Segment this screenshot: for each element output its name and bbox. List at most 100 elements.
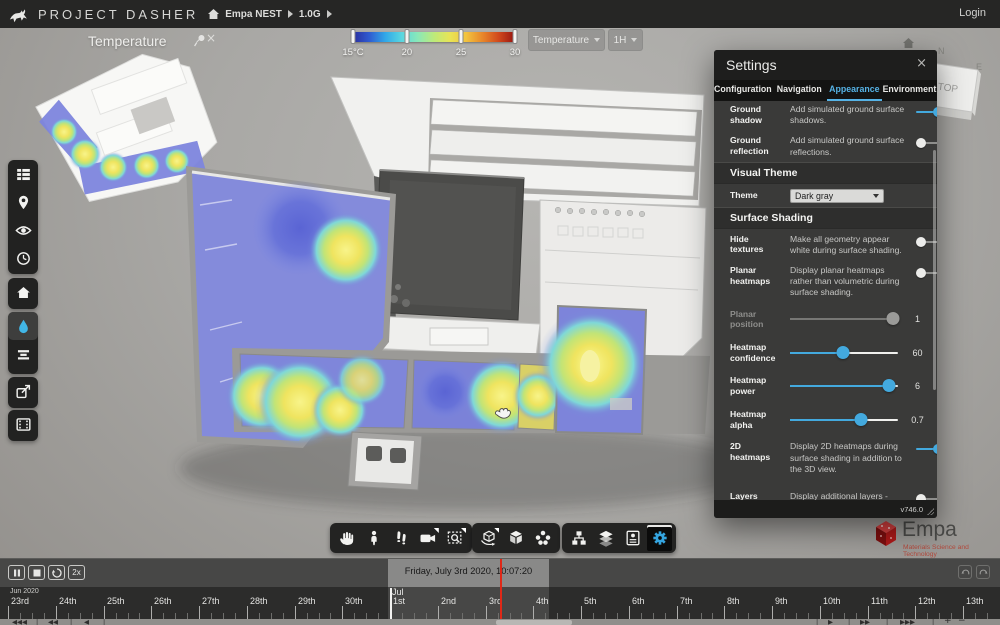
stop-button[interactable] <box>28 565 45 580</box>
heatmap-power-slider[interactable] <box>790 379 898 393</box>
step-back-med-button[interactable]: ◀◀ <box>48 619 58 625</box>
timeline-undo-button[interactable] <box>958 565 972 579</box>
walk-button[interactable] <box>388 525 413 551</box>
film-section-button[interactable] <box>8 410 38 438</box>
model-browser-button[interactable] <box>566 525 591 551</box>
step-back-button[interactable]: ◀ <box>84 619 89 625</box>
speed-button[interactable]: 2x <box>68 565 85 580</box>
2d-heatmaps-toggle[interactable] <box>916 443 937 455</box>
setting-row-theme: Theme Dark gray <box>714 184 937 207</box>
locations-button[interactable] <box>8 188 38 216</box>
breadcrumb-chevron-icon[interactable] <box>327 10 332 18</box>
heatmap-confidence-slider[interactable] <box>790 346 898 360</box>
sensor-heatmap-button[interactable] <box>8 312 38 340</box>
settings-button[interactable] <box>647 525 672 551</box>
empa-logo: Empa Materials Science and Technology <box>874 518 994 558</box>
pan-hand-button[interactable] <box>334 525 359 551</box>
setting-row-heatmap-confidence: Heatmap confidence 60 <box>714 336 937 369</box>
timeline-zoom-in-button[interactable]: + <box>944 618 952 625</box>
settings-header[interactable]: Settings × <box>714 50 937 80</box>
history-button[interactable] <box>8 244 38 272</box>
explode-button[interactable] <box>531 525 556 551</box>
properties-button[interactable] <box>620 525 645 551</box>
planar-position-value: 1 <box>906 314 929 324</box>
left-toolbar-group-layers <box>8 312 38 374</box>
layers-overlay-toggle[interactable] <box>916 493 937 500</box>
setting-row-ground-reflection: Ground reflection Add simulated ground s… <box>714 130 937 161</box>
day-tick-label: 6th <box>632 596 645 606</box>
tab-navigation[interactable]: Navigation <box>772 80 827 101</box>
day-tick-label: 5th <box>584 596 597 606</box>
orbit-button[interactable] <box>476 525 501 551</box>
share-export-button[interactable] <box>8 377 38 405</box>
planar-position-slider[interactable] <box>790 312 898 326</box>
day-tick <box>533 606 534 619</box>
orbit-cube-icon <box>479 528 499 548</box>
floor-levels-icon <box>14 345 33 364</box>
setting-label: Heatmap power <box>730 375 782 396</box>
day-tick <box>151 606 152 619</box>
resize-handle[interactable] <box>927 508 934 515</box>
setting-row-ground-shadow: Ground shadow Add simulated ground surfa… <box>714 101 937 130</box>
first-person-button[interactable] <box>361 525 386 551</box>
pause-button[interactable] <box>8 565 25 580</box>
step-fwd-fast-button[interactable]: ▶▶▶ <box>900 619 915 625</box>
day-tick-label: 28th <box>250 596 268 606</box>
day-tick <box>486 606 487 619</box>
day-tick-label: 7th <box>680 596 693 606</box>
day-tick <box>772 606 773 619</box>
breadcrumb-level[interactable]: 1.0G <box>299 9 321 20</box>
settings-scrollbar[interactable] <box>933 150 936 390</box>
views-button[interactable] <box>503 525 528 551</box>
playhead[interactable] <box>500 559 502 619</box>
login-button[interactable]: Login <box>959 7 986 19</box>
setting-label: Hide textures <box>730 234 782 255</box>
settings-footer: v746.0 <box>714 500 937 518</box>
camera-button[interactable] <box>416 525 441 551</box>
ground-shadow-toggle[interactable] <box>916 106 937 118</box>
zoom-window-button[interactable] <box>443 525 468 551</box>
visibility-button[interactable] <box>8 216 38 244</box>
tab-appearance[interactable]: Appearance <box>827 80 882 101</box>
close-icon[interactable]: × <box>916 56 927 71</box>
heatmap-alpha-slider[interactable] <box>790 413 898 427</box>
theme-select-value: Dark gray <box>795 191 833 201</box>
step-back-fast-button[interactable]: ◀◀◀ <box>12 619 27 625</box>
setting-desc: Display additional layers - such as for … <box>790 491 908 500</box>
setting-label: Planar heatmaps <box>730 265 782 286</box>
empa-tagline: Materials Science and Technology <box>903 544 994 558</box>
day-tick-label: 27th <box>202 596 220 606</box>
day-tick-label: 26th <box>154 596 172 606</box>
layers-button[interactable] <box>593 525 618 551</box>
day-tick-label: 8th <box>727 596 740 606</box>
breadcrumb-project[interactable]: Empa NEST <box>225 9 282 20</box>
dashboard-list-button[interactable] <box>8 160 38 188</box>
timeline-zoom-out-button[interactable]: − <box>958 618 966 625</box>
step-fwd-button[interactable]: ▶ <box>828 619 833 625</box>
loop-button[interactable] <box>48 565 65 580</box>
tab-environment[interactable]: Environment <box>882 80 937 101</box>
floor-levels-button[interactable] <box>8 340 38 368</box>
water-drop-icon <box>14 317 33 336</box>
home-breadcrumb-icon[interactable] <box>208 9 219 19</box>
day-tick <box>438 606 439 619</box>
views-cube-icon <box>506 528 526 548</box>
timeline-redo-button[interactable] <box>976 565 990 579</box>
timeline-scroll-thumb[interactable] <box>496 620 572 625</box>
theme-select[interactable]: Dark gray <box>790 189 884 203</box>
home-icon-mini[interactable] <box>903 38 914 48</box>
tab-configuration[interactable]: Configuration <box>714 80 772 101</box>
breadcrumb-chevron-icon[interactable] <box>288 10 293 18</box>
home-view-button[interactable] <box>8 278 38 306</box>
day-tick-label: 4th <box>536 596 549 606</box>
ground-reflection-toggle[interactable] <box>916 137 937 149</box>
section-surface-shading: Surface Shading <box>714 207 937 229</box>
setting-label: 2D heatmaps <box>730 441 782 462</box>
share-export-icon <box>14 382 33 401</box>
strip-separator: | <box>932 619 934 625</box>
properties-panel-icon <box>623 528 643 548</box>
day-tick <box>724 606 725 619</box>
setting-row-heatmap-alpha: Heatmap alpha 0.7 <box>714 403 937 436</box>
step-fwd-med-button[interactable]: ▶▶ <box>860 619 870 625</box>
day-tick-label: 12th <box>918 596 936 606</box>
